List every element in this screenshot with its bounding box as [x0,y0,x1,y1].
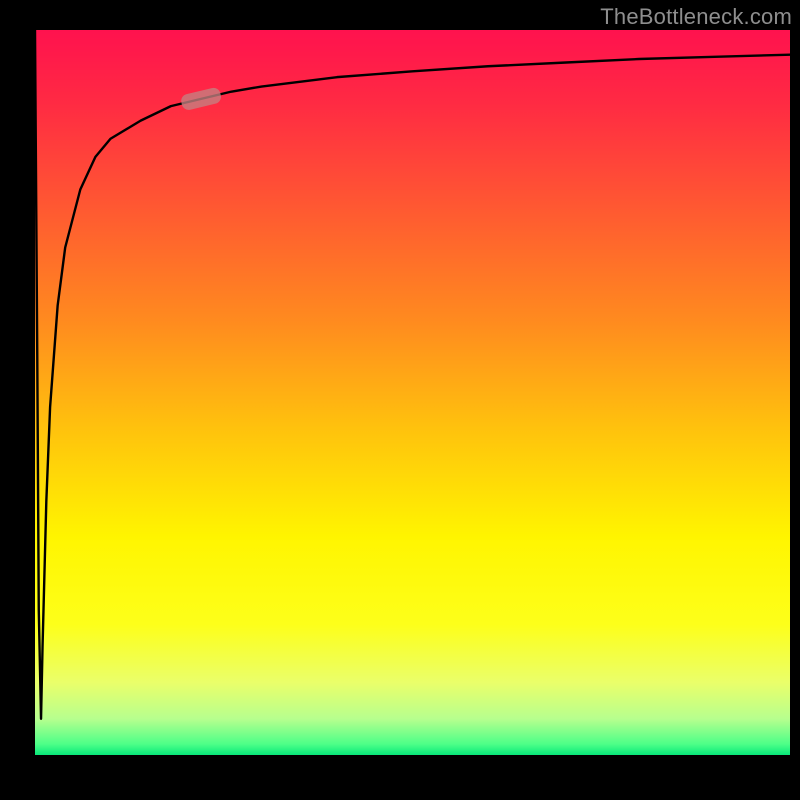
operating-point-marker [180,86,223,111]
bottleneck-curve [35,30,790,719]
watermark-text: TheBottleneck.com [600,4,792,30]
plot-area [35,30,790,755]
curve-layer [35,30,790,755]
chart-frame: TheBottleneck.com [0,0,800,800]
